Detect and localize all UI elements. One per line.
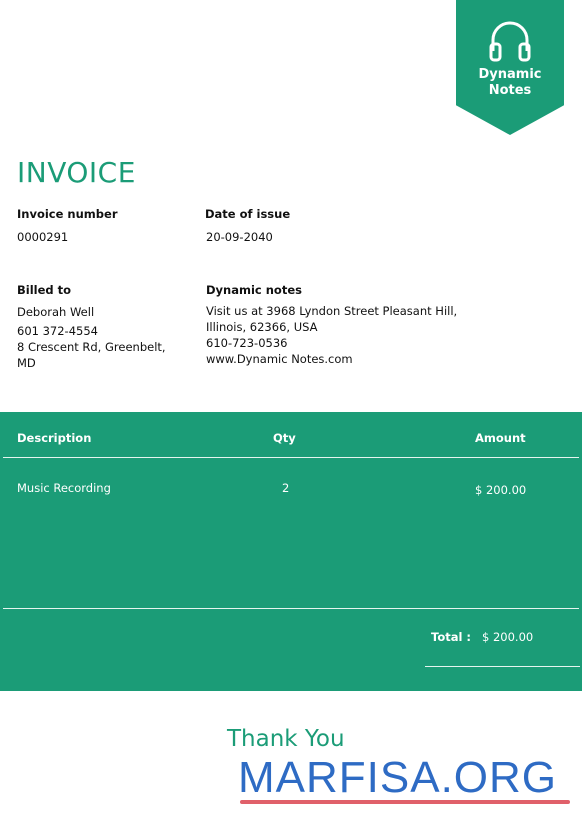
logo-ribbon: Dynamic Notes (456, 0, 564, 135)
billed-to-address-line2: MD (17, 356, 36, 370)
column-header-amount: Amount (475, 431, 526, 445)
billed-to-label: Billed to (17, 283, 72, 297)
total-underline (425, 666, 580, 667)
billed-to-phone: 601 372-4554 (17, 324, 98, 338)
date-of-issue-value: 20-09-2040 (206, 230, 273, 244)
company-address-line2: Illinois, 62366, USA (206, 320, 318, 334)
invoice-number-value: 0000291 (17, 230, 69, 244)
logo-text-line2: Notes (488, 83, 532, 98)
row-description: Music Recording (17, 481, 111, 495)
total-label: Total : (431, 630, 472, 644)
invoice-number-label: Invoice number (17, 207, 118, 221)
date-of-issue-label: Date of issue (205, 207, 291, 221)
logo-text-line1: Dynamic (478, 67, 542, 82)
billed-to-name: Deborah Well (17, 305, 95, 319)
page-title: INVOICE (17, 156, 136, 189)
rows-divider (3, 608, 579, 609)
company-website: www.Dynamic Notes.com (206, 352, 353, 366)
thank-you-text: Thank You (227, 726, 345, 752)
watermark-underline (240, 800, 570, 804)
company-label: Dynamic notes (206, 283, 302, 297)
billed-to-address-line1: 8 Crescent Rd, Greenbelt, (17, 340, 166, 354)
invoice-table: Description Qty Amount Music Recording 2… (0, 412, 582, 691)
header-divider (3, 457, 579, 458)
column-header-description: Description (17, 431, 92, 445)
company-address-line1: Visit us at 3968 Lyndon Street Pleasant … (206, 304, 458, 318)
company-phone: 610-723-0536 (206, 336, 288, 350)
row-qty: 2 (282, 481, 290, 495)
column-header-qty: Qty (273, 431, 296, 445)
invoice-page: Dynamic Notes INVOICE Invoice number 000… (0, 0, 582, 828)
row-amount: $ 200.00 (475, 483, 527, 497)
headphones-icon (489, 21, 531, 62)
watermark-text: MARFISA.ORG (238, 753, 558, 802)
total-value: $ 200.00 (482, 630, 534, 644)
